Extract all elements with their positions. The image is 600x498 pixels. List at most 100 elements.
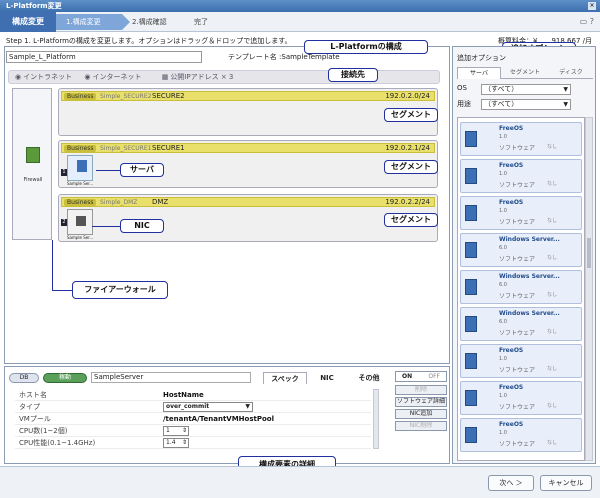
prop-cpu-perf: CPU性能(0.1~1.4GHz) 1.4 ⇕ bbox=[15, 437, 371, 449]
server-icon bbox=[465, 242, 477, 258]
server-icon bbox=[76, 216, 86, 226]
option-version: 6.0 bbox=[499, 245, 507, 251]
option-version: 6.0 bbox=[499, 282, 507, 288]
segment-ip: 192.0.2.0/24 bbox=[385, 92, 430, 100]
type-select[interactable]: over_commit ▼ bbox=[163, 402, 253, 412]
use-select[interactable]: （すべて） ▼ bbox=[481, 99, 571, 110]
tab-disk[interactable]: ディスク bbox=[549, 67, 593, 79]
prop-value: /tenantA/TenantVMHostPool bbox=[163, 415, 275, 423]
option-item[interactable]: FreeOS 1.0 ソフトウェア なし bbox=[460, 159, 582, 193]
callout-line bbox=[92, 226, 120, 227]
segment-subname: Simple_DMZ bbox=[100, 199, 138, 206]
option-name: FreeOS bbox=[499, 199, 524, 206]
segment-secure2[interactable]: Business Simple_SECURE2 SECURE2 192.0.2.… bbox=[58, 88, 438, 136]
option-version: 1.0 bbox=[499, 356, 507, 362]
option-version: 1.0 bbox=[499, 171, 507, 177]
option-none: なし bbox=[547, 292, 558, 298]
cpu-perf-stepper[interactable]: 1.4 ⇕ bbox=[163, 438, 189, 448]
tab-server[interactable]: サーバ bbox=[457, 67, 501, 79]
segment-subname: Simple_SECURE1 bbox=[100, 145, 152, 152]
use-filter-label: 用途 bbox=[457, 100, 471, 108]
segment-name: SECURE2 bbox=[152, 92, 185, 100]
segment-header: Business Simple_DMZ DMZ 192.0.2.2/24 bbox=[61, 197, 435, 207]
prop-value[interactable]: HostName bbox=[163, 389, 204, 401]
software-detail-button[interactable]: ソフトウェア詳細 bbox=[395, 397, 447, 407]
os-select[interactable]: （すべて） ▼ bbox=[481, 84, 571, 95]
prop-hostname: ホスト名 HostName bbox=[15, 389, 371, 401]
step-instruction: Step 1. L-Platformの構成を変更します。オプションはドラッグ＆ド… bbox=[6, 37, 292, 45]
option-name: FreeOS bbox=[499, 347, 524, 354]
option-list-scrollbar[interactable] bbox=[585, 117, 593, 461]
prop-key: VMプール bbox=[19, 415, 51, 423]
minimize-icon[interactable]: ▭ bbox=[580, 17, 588, 26]
power-toggle[interactable]: ON OFF bbox=[395, 371, 447, 382]
details-scrollbar[interactable] bbox=[373, 389, 379, 449]
server-icon bbox=[465, 353, 477, 369]
firewall-node[interactable]: Firewall bbox=[12, 88, 52, 240]
use-filter: 用途 （すべて） ▼ bbox=[457, 99, 571, 110]
prop-key: ホスト名 bbox=[19, 391, 47, 399]
os-filter: OS （すべて） ▼ bbox=[457, 84, 571, 95]
help-icon[interactable]: ? bbox=[590, 17, 594, 26]
server-node[interactable] bbox=[67, 209, 93, 235]
option-none: なし bbox=[547, 218, 558, 224]
option-item[interactable]: Windows Server... 6.0 ソフトウェア なし bbox=[460, 233, 582, 267]
scrollbar-thumb[interactable] bbox=[587, 238, 591, 268]
option-type: ソフトウェア bbox=[499, 404, 536, 411]
options-panel: 追加オプション サーバ セグメント ディスク OS （すべて） ▼ 用途 （すべて… bbox=[452, 46, 596, 464]
segment-header: Business Simple_SECURE1 SECURE1 192.0.2.… bbox=[61, 143, 435, 153]
option-version: 1.0 bbox=[499, 393, 507, 399]
cpu-perf-value: 1.4 bbox=[166, 439, 176, 446]
cpu-count-value: 1 bbox=[166, 427, 170, 434]
option-item[interactable]: FreeOS 1.0 ソフトウェア なし bbox=[460, 344, 582, 378]
toolbar-icons: ▭ ? bbox=[580, 17, 594, 26]
nic-add-button[interactable]: NIC追加 bbox=[395, 409, 447, 419]
platform-name-input[interactable]: Sample_L_Platform bbox=[6, 51, 202, 63]
option-none: なし bbox=[547, 403, 558, 409]
step-main-label: 構成変更 bbox=[0, 12, 56, 32]
callout-line bbox=[96, 170, 120, 171]
segment-badge: Business bbox=[64, 93, 97, 100]
segment-name: DMZ bbox=[152, 198, 169, 206]
nic-delete-button[interactable]: NIC削除 bbox=[395, 421, 447, 431]
firewall-icon bbox=[26, 147, 40, 163]
option-version: 1.0 bbox=[499, 208, 507, 214]
tab-segment[interactable]: セグメント bbox=[503, 67, 547, 79]
option-item[interactable]: FreeOS 1.0 ソフトウェア なし bbox=[460, 381, 582, 415]
prop-key: CPU性能(0.1~1.4GHz) bbox=[19, 439, 96, 447]
server-name-field[interactable]: SampleServer bbox=[91, 372, 251, 383]
segment-subname: Simple_SECURE2 bbox=[100, 93, 152, 100]
tab-spec[interactable]: スペック bbox=[263, 372, 307, 384]
tab-nic[interactable]: NIC bbox=[307, 372, 347, 384]
callout-segment-3: セグメント bbox=[384, 213, 438, 227]
segment-badge: Business bbox=[64, 199, 97, 206]
close-icon[interactable]: × bbox=[588, 2, 596, 10]
segment-secure1[interactable]: Business Simple_SECURE1 SECURE1 192.0.2.… bbox=[58, 140, 438, 188]
os-filter-label: OS bbox=[457, 84, 467, 92]
next-button[interactable]: 次へ ＞ bbox=[488, 475, 534, 491]
window-title-bar: L-Platform変更 × bbox=[0, 0, 600, 12]
toggle-on: ON bbox=[402, 373, 413, 380]
delete-button[interactable]: 削除 bbox=[395, 385, 447, 395]
option-item[interactable]: FreeOS 1.0 ソフトウェア なし bbox=[460, 418, 582, 452]
option-name: FreeOS bbox=[499, 421, 524, 428]
option-item[interactable]: Windows Server... 6.0 ソフトウェア なし bbox=[460, 270, 582, 304]
cpu-count-stepper[interactable]: 1 ⇕ bbox=[163, 426, 189, 436]
option-name: FreeOS bbox=[499, 162, 524, 169]
option-item[interactable]: FreeOS 1.0 ソフトウェア なし bbox=[460, 122, 582, 156]
callout-line bbox=[52, 290, 72, 291]
segment-dmz[interactable]: Business Simple_DMZ DMZ 192.0.2.2/24 2 S… bbox=[58, 194, 438, 242]
option-none: なし bbox=[547, 181, 558, 187]
option-item[interactable]: Windows Server... 6.0 ソフトウェア なし bbox=[460, 307, 582, 341]
cancel-button[interactable]: キャンセル bbox=[540, 475, 592, 491]
server-node[interactable] bbox=[67, 155, 93, 181]
callout-segment-1: セグメント bbox=[384, 108, 438, 122]
option-none: なし bbox=[547, 329, 558, 335]
segment-ip: 192.0.2.2/24 bbox=[385, 198, 430, 206]
window-title: L-Platform変更 bbox=[6, 2, 62, 10]
option-none: なし bbox=[547, 440, 558, 446]
option-item[interactable]: FreeOS 1.0 ソフトウェア なし bbox=[460, 196, 582, 230]
prop-type: タイプ over_commit ▼ bbox=[15, 401, 371, 413]
option-type: ソフトウェア bbox=[499, 367, 536, 374]
tab-other[interactable]: その他 bbox=[347, 372, 391, 384]
